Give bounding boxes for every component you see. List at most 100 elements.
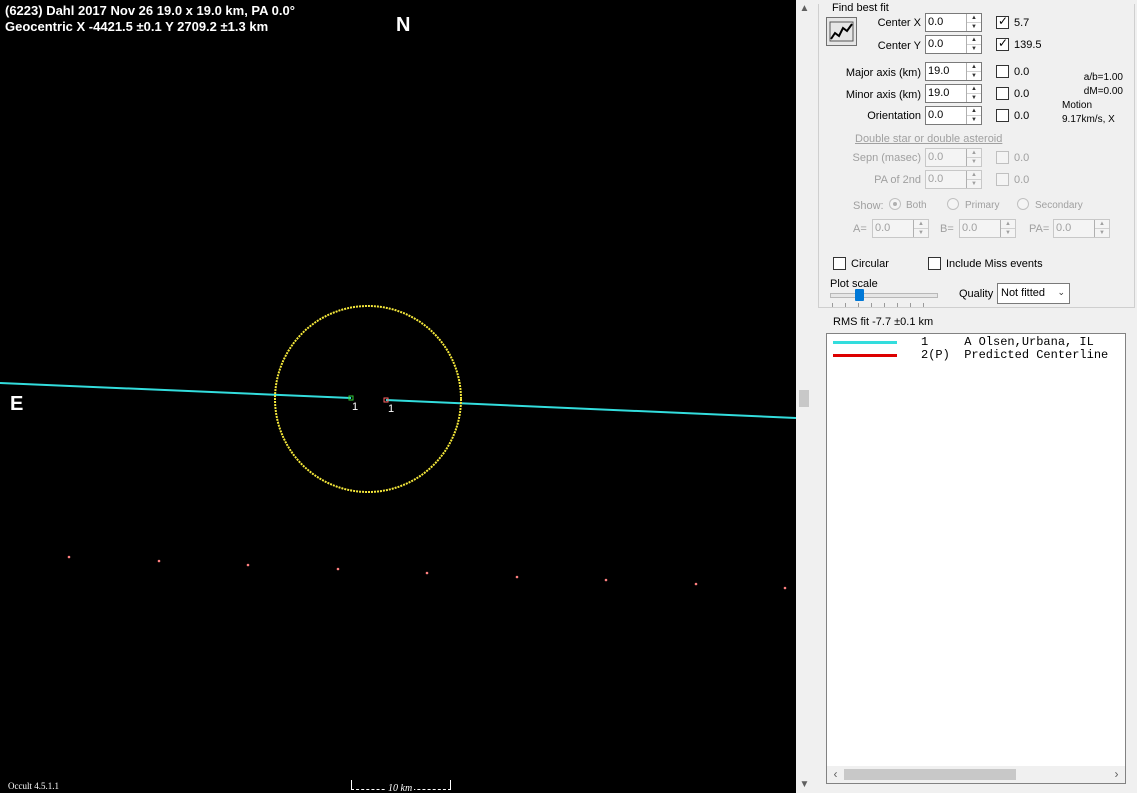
path-dot (425, 571, 429, 575)
sepn-fit-value: 0.0 (1014, 152, 1030, 164)
version-label: Occult 4.5.1.1 (8, 781, 59, 791)
chord-line-east (385, 399, 796, 419)
east-label: E (10, 393, 24, 415)
chord-label-1a: 1 (352, 401, 358, 413)
include-miss-checkbox[interactable] (928, 257, 941, 270)
sepn-input[interactable]: 0.0 ▲ ▼ (925, 148, 982, 167)
plot-scale-label: Plot scale (830, 278, 878, 290)
scroll-up-arrow-icon[interactable]: ▲ (796, 0, 813, 17)
center-y-fit-checkbox[interactable] (996, 36, 1009, 51)
observer-legend-list[interactable]: 1 A Olsen,Urbana, IL 2(P) Predicted Cent… (826, 333, 1126, 784)
center-y-label: Center Y (877, 40, 921, 52)
path-dot (604, 578, 608, 582)
pa-2nd-fit-value: 0.0 (1014, 174, 1030, 186)
scale-label: 10 km (386, 783, 415, 793)
spin-down-icon: ▼ (971, 73, 977, 79)
center-y-fit-value: 139.5 (1014, 39, 1042, 51)
center-x-input[interactable]: 0.0 ▲ ▼ (925, 13, 982, 32)
spin-up-icon: ▲ (1095, 220, 1109, 229)
a-input[interactable]: 0.0 ▲ ▼ (872, 219, 929, 238)
plot-scale-slider-thumb[interactable] (855, 289, 864, 301)
scroll-right-arrow-icon[interactable]: › (1108, 766, 1125, 783)
center-y-input[interactable]: 0.0 ▲ ▼ (925, 35, 982, 54)
spin-down-icon: ▼ (971, 117, 977, 123)
scroll-down-arrow-icon[interactable]: ▼ (796, 776, 813, 793)
plot-scale-slider-track[interactable] (830, 293, 938, 298)
legend-row[interactable]: 1 A Olsen,Urbana, IL (827, 335, 1094, 349)
pa-input[interactable]: 0.0 ▲ ▼ (1053, 219, 1110, 238)
plot-scale-ticks (832, 303, 936, 307)
double-star-link[interactable]: Double star or double asteroid (855, 133, 1002, 145)
chart-fit-icon (829, 21, 854, 42)
minor-axis-fit-value: 0.0 (1014, 88, 1030, 100)
predicted-path-dots (67, 555, 787, 590)
minor-axis-input[interactable]: 19.0 ▲ ▼ (925, 84, 982, 103)
show-secondary-radio[interactable] (1017, 198, 1029, 210)
path-dot (157, 559, 161, 563)
chord-label-1b: 1 (388, 403, 394, 415)
orientation-fit-value: 0.0 (1014, 110, 1030, 122)
spin-up-icon: ▲ (967, 36, 981, 45)
center-x-fit-checkbox[interactable] (996, 14, 1009, 29)
spin-down-icon: ▼ (971, 95, 977, 101)
scroll-left-arrow-icon[interactable]: ‹ (827, 766, 844, 783)
path-dot (67, 555, 71, 559)
spin-down-icon: ▼ (971, 24, 977, 30)
chord-line-west (0, 382, 352, 399)
rms-fit: RMS fit -7.7 ±0.1 km (833, 316, 934, 328)
orientation-input[interactable]: 0.0 ▲ ▼ (925, 106, 982, 125)
legend-horizontal-scrollbar[interactable]: ‹ › (827, 766, 1125, 783)
spin-up-icon: ▲ (967, 171, 981, 180)
delta-magnitude: dM=0.00 (1083, 86, 1123, 97)
quality-select[interactable]: Not fitted ⌄ (997, 283, 1070, 304)
find-best-fit-button[interactable] (826, 17, 857, 46)
plot-vertical-scrollbar[interactable]: ▲ ▼ (796, 0, 813, 793)
spin-up-icon: ▲ (967, 63, 981, 72)
scroll-thumb[interactable] (799, 390, 809, 407)
circular-label: Circular (851, 258, 889, 270)
motion-value: 9.17km/s, X (1062, 114, 1115, 125)
show-secondary-label: Secondary (1035, 200, 1083, 211)
b-input[interactable]: 0.0 ▲ ▼ (959, 219, 1016, 238)
show-both-radio[interactable] (889, 198, 901, 210)
show-primary-radio[interactable] (947, 198, 959, 210)
major-axis-fit-checkbox[interactable] (996, 65, 1009, 78)
sepn-fit-checkbox[interactable] (996, 151, 1009, 164)
ab-ratio: a/b=1.00 (1083, 72, 1123, 83)
spin-down-icon: ▼ (971, 46, 977, 52)
path-dot (515, 575, 519, 579)
occultation-plot[interactable]: 1 1 (6223) Dahl 2017 Nov 26 19.0 x 19.0 … (0, 0, 796, 793)
plot-canvas: 1 1 (0, 305, 796, 590)
major-axis-input[interactable]: 19.0 ▲ ▼ (925, 62, 982, 81)
pa-label: PA= (1029, 223, 1050, 235)
spin-up-icon: ▲ (967, 149, 981, 158)
group-title: Find best fit (831, 2, 890, 14)
path-dot (246, 563, 250, 567)
spin-up-icon: ▲ (967, 107, 981, 116)
pa-2nd-input[interactable]: 0.0 ▲ ▼ (925, 170, 982, 189)
legend-swatch (833, 354, 897, 357)
asteroid-outline (274, 305, 462, 493)
show-label: Show: (853, 200, 884, 212)
major-axis-fit-value: 0.0 (1014, 66, 1030, 78)
sepn-label: Sepn (masec) (852, 152, 921, 164)
orientation-label: Orientation (867, 110, 921, 122)
pa-2nd-fit-checkbox[interactable] (996, 173, 1009, 186)
path-dot (783, 586, 787, 590)
spin-down-icon: ▼ (1099, 230, 1105, 236)
spin-up-icon: ▲ (967, 85, 981, 94)
plot-title: (6223) Dahl 2017 Nov 26 19.0 x 19.0 km, … (5, 3, 295, 18)
spin-up-icon: ▲ (967, 14, 981, 23)
fit-control-panel: Find best fit Center X 0.0 ▲▼ 5.7 Center… (813, 0, 1137, 793)
path-dot (336, 567, 340, 571)
b-label: B= (940, 223, 954, 235)
circular-checkbox[interactable] (833, 257, 846, 270)
legend-row[interactable]: 2(P) Predicted Centerline (827, 348, 1108, 362)
center-x-label: Center X (877, 17, 921, 29)
scroll-thumb[interactable] (844, 769, 1016, 780)
minor-axis-label: Minor axis (km) (845, 89, 921, 101)
plot-geocentric-coords: Geocentric X -4421.5 ±0.1 Y 2709.2 ±1.3 … (5, 19, 269, 34)
minor-axis-fit-checkbox[interactable] (996, 87, 1009, 100)
spin-up-icon: ▲ (914, 220, 928, 229)
orientation-fit-checkbox[interactable] (996, 109, 1009, 122)
